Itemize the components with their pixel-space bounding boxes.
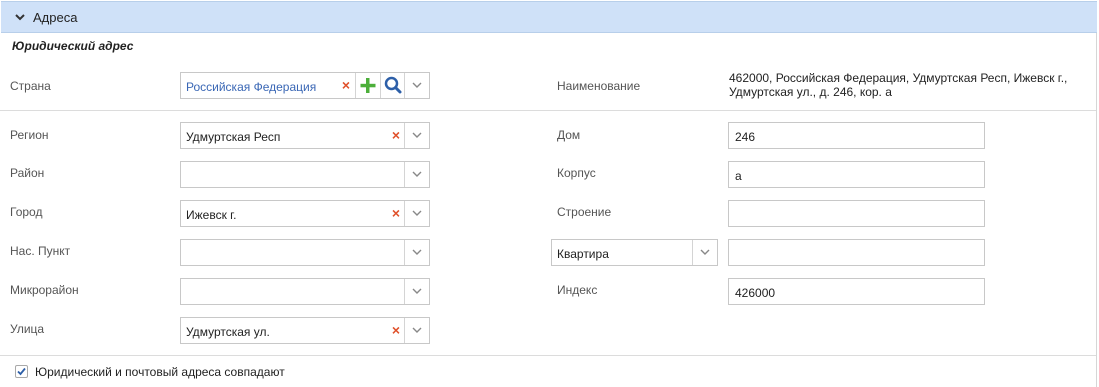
building-field[interactable]: а: [728, 161, 985, 188]
house-value[interactable]: 246: [735, 130, 755, 144]
clear-icon[interactable]: ×: [340, 78, 352, 92]
chevron-down-icon: [412, 249, 422, 255]
address-name-value: 462000, Российская Федерация, Удмуртская…: [729, 71, 1074, 99]
search-button[interactable]: [380, 73, 405, 98]
add-button[interactable]: [355, 73, 380, 98]
apartment-type-select[interactable]: Квартира: [551, 239, 718, 266]
checkmark-icon: [17, 367, 26, 376]
microdistrict-dropdown-button[interactable]: [404, 279, 429, 304]
district-dropdown-button[interactable]: [404, 162, 429, 187]
region-dropdown-button[interactable]: [404, 123, 429, 148]
structure-field[interactable]: [728, 200, 985, 227]
addresses-panel-header[interactable]: Адреса: [1, 1, 1097, 33]
structure-label: Строение: [557, 205, 612, 219]
apartment-type-value[interactable]: Квартира: [557, 247, 609, 261]
same-address-checkbox[interactable]: [15, 365, 28, 378]
city-value[interactable]: Ижевск г.: [186, 208, 236, 222]
country-value[interactable]: Российская Федерация: [186, 80, 316, 94]
chevron-down-icon: [412, 171, 422, 177]
chevron-down-icon: [412, 82, 422, 88]
address-name-line1: 462000, Российская Федерация, Удмуртская…: [729, 71, 1068, 85]
city-label: Город: [10, 205, 43, 219]
address-name-line2: Удмуртская ул., д. 246, кор. а: [729, 85, 892, 99]
street-combo[interactable]: Удмуртская ул. ×: [180, 317, 430, 344]
region-label: Регион: [10, 128, 49, 142]
building-label: Корпус: [557, 166, 596, 180]
microdistrict-label: Микрорайон: [10, 283, 79, 297]
footer-separator: [0, 355, 1096, 356]
country-combo[interactable]: Российская Федерация ×: [180, 72, 430, 99]
district-label: Район: [10, 166, 45, 180]
chevron-down-icon[interactable]: [14, 11, 26, 23]
chevron-down-icon: [412, 288, 422, 294]
row-separator: [0, 110, 1096, 111]
index-value[interactable]: 426000: [735, 286, 775, 300]
street-dropdown-button[interactable]: [404, 318, 429, 343]
chevron-down-icon: [412, 132, 422, 138]
microdistrict-combo[interactable]: [180, 278, 430, 305]
country-label: Страна: [10, 79, 51, 93]
index-field[interactable]: 426000: [728, 278, 985, 305]
country-dropdown-button[interactable]: [404, 73, 429, 98]
settlement-dropdown-button[interactable]: [404, 240, 429, 265]
clear-icon[interactable]: ×: [390, 206, 402, 220]
city-dropdown-button[interactable]: [404, 201, 429, 226]
apartment-type-dropdown-button[interactable]: [692, 240, 717, 265]
street-value[interactable]: Удмуртская ул.: [186, 325, 270, 339]
region-combo[interactable]: Удмуртская Респ ×: [180, 122, 430, 149]
index-label: Индекс: [557, 283, 598, 297]
name-label: Наименование: [557, 79, 641, 93]
clear-icon[interactable]: ×: [390, 128, 402, 142]
district-combo[interactable]: [180, 161, 430, 188]
apartment-field[interactable]: [728, 239, 985, 266]
settlement-combo[interactable]: [180, 239, 430, 266]
region-value[interactable]: Удмуртская Респ: [186, 130, 280, 144]
clear-icon[interactable]: ×: [390, 323, 402, 337]
chevron-down-icon: [412, 327, 422, 333]
house-field[interactable]: 246: [728, 122, 985, 149]
plus-icon: [360, 78, 376, 93]
panel-title: Адреса: [33, 10, 78, 25]
section-title: Юридический адрес: [12, 39, 134, 53]
city-combo[interactable]: Ижевск г. ×: [180, 200, 430, 227]
chevron-down-icon: [412, 210, 422, 216]
same-address-label[interactable]: Юридический и почтовый адреса совпадают: [35, 365, 285, 379]
search-icon: [384, 76, 402, 94]
street-label: Улица: [10, 322, 45, 336]
building-value[interactable]: а: [735, 169, 742, 183]
house-label: Дом: [557, 128, 581, 142]
panel-right-border: [1096, 33, 1097, 387]
chevron-down-icon: [700, 249, 710, 255]
settlement-label: Нас. Пункт: [10, 244, 71, 258]
